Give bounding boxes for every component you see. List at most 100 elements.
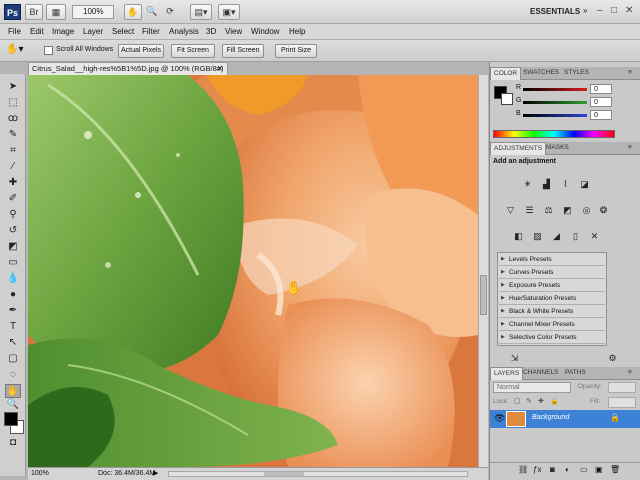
vertical-scrollbar[interactable] [478,75,488,467]
hue-saturation-icon[interactable]: ☰ [523,204,536,216]
quick-mask-icon[interactable]: ◘ [5,436,21,450]
tab-channels[interactable]: CHANNELS [523,369,558,376]
layer-style-icon[interactable]: ƒx [533,465,541,474]
pen-tool-icon[interactable]: ✒ [5,304,21,318]
channel-g-slider[interactable] [523,101,587,104]
panel-menu-icon[interactable]: ≡ [628,144,632,151]
link-layers-icon[interactable]: ⛓ [518,465,528,474]
levels-icon[interactable]: ▟ [540,178,553,190]
tab-masks[interactable]: MASKS [546,144,569,151]
menu-select[interactable]: Select [112,27,134,36]
workspace-switcher[interactable]: ESSENTIALS [530,7,580,16]
maximize-icon[interactable]: □ [611,5,617,16]
scroll-all-windows-checkbox[interactable] [44,46,53,55]
lock-transparency-icon[interactable]: ▢ [514,397,521,405]
photo-filter-icon[interactable]: ◎ [580,204,593,216]
lock-position-icon[interactable]: ✚ [538,397,544,405]
history-brush-tool-icon[interactable]: ↺ [5,224,21,238]
invert-icon[interactable]: ◧ [512,230,525,242]
delete-layer-icon[interactable]: 🗑 [610,465,620,474]
layer-name[interactable]: Background [532,414,569,421]
channel-g-value[interactable]: 0 [590,97,612,107]
lasso-tool-icon[interactable]: ꝏ [5,112,21,126]
marquee-tool-icon[interactable]: ⬚ [5,96,21,110]
close-document-icon[interactable]: ✕ [217,63,223,75]
tab-swatches[interactable]: SWATCHES [523,69,559,76]
menu-help[interactable]: Help [289,27,305,36]
menu-image[interactable]: Image [52,27,74,36]
curves-icon[interactable]: ⌇ [559,178,572,190]
document-canvas[interactable]: ✋ [28,75,478,467]
channel-r-slider[interactable] [523,88,587,91]
scroll-thumb[interactable] [480,275,487,315]
3d-rotate-tool-icon[interactable]: ◌ [5,368,21,382]
menu-3d[interactable]: 3D [206,27,216,36]
color-balance-icon[interactable]: ⚖ [542,204,555,216]
blur-tool-icon[interactable]: 💧 [5,272,21,286]
clone-stamp-tool-icon[interactable]: ⚲ [5,208,21,222]
move-tool-icon[interactable]: ➤ [5,80,21,94]
menu-file[interactable]: File [8,27,21,36]
black-white-icon[interactable]: ◩ [561,204,574,216]
rotate-view-icon[interactable]: ⟳ [162,4,178,20]
document-tab[interactable]: Citrus_Salad__high-res%5B1%5D.jpg @ 100%… [28,62,228,75]
gradient-tool-icon[interactable]: ▭ [5,256,21,270]
fill-screen-button[interactable]: Fill Screen [222,44,264,58]
hand-tool-icon[interactable]: ✋ [124,4,142,20]
h-scroll-thumb[interactable] [264,472,304,476]
tab-paths[interactable]: PATHS [565,369,586,376]
quick-selection-tool-icon[interactable]: ✎ [5,128,21,142]
status-menu-arrow-icon[interactable]: ▶ [153,468,158,480]
preset-hue-saturation[interactable]: Hue/Saturation Presets [499,292,605,305]
threshold-icon[interactable]: ◢ [550,230,563,242]
tab-adjustments[interactable]: ADJUSTMENTS [490,142,547,155]
tab-color[interactable]: COLOR [490,67,522,80]
panel-menu-icon[interactable]: ≡ [628,69,632,76]
menu-edit[interactable]: Edit [30,27,44,36]
exposure-icon[interactable]: ◪ [578,178,591,190]
crop-tool-icon[interactable]: ⌗ [5,144,21,158]
foreground-color-swatch[interactable] [4,412,18,426]
zoom-tool-icon[interactable]: 🔍 [5,398,21,412]
new-layer-icon[interactable]: ▣ [595,465,603,474]
add-mask-icon[interactable]: ◙ [550,465,555,474]
actual-pixels-button[interactable]: Actual Pixels [118,44,164,58]
dodge-tool-icon[interactable]: ● [5,288,21,302]
brightness-contrast-icon[interactable]: ☀ [521,178,534,190]
color-spectrum-ramp[interactable] [493,130,615,138]
horizontal-scrollbar[interactable] [168,471,468,477]
return-to-list-icon[interactable]: ⇲ [508,352,521,364]
new-adjustment-layer-icon[interactable]: ◐ [565,465,570,474]
eraser-tool-icon[interactable]: ◩ [5,240,21,254]
channel-r-value[interactable]: 0 [590,84,612,94]
eyedropper-tool-icon[interactable]: ⁄ [5,160,21,174]
visibility-eye-icon[interactable]: 👁 [494,413,505,424]
view-extras-icon[interactable]: ▦ [46,4,66,20]
menu-layer[interactable]: Layer [83,27,103,36]
bridge-icon[interactable]: Br [25,4,43,20]
zoom-level-select[interactable]: 100% [72,5,114,19]
brush-tool-icon[interactable]: ✐ [5,192,21,206]
blend-mode-select[interactable]: Normal [493,382,571,393]
gradient-map-icon[interactable]: ▯ [569,230,582,242]
fill-field[interactable] [608,397,636,408]
channel-b-value[interactable]: 0 [590,110,612,120]
panel-menu-icon[interactable]: ≡ [628,369,632,376]
hand-tool-icon[interactable]: ✋ [5,384,21,398]
selective-color-icon[interactable]: ✕ [588,230,601,242]
tab-layers[interactable]: LAYERS [490,367,524,380]
new-group-icon[interactable]: ▭ [580,465,588,474]
preset-channel-mixer[interactable]: Channel Mixer Presets [499,318,605,331]
minimize-icon[interactable]: – [597,5,603,16]
posterize-icon[interactable]: ▨ [531,230,544,242]
menu-window[interactable]: Window [251,27,279,36]
chevron-right-icon[interactable]: » [583,6,587,15]
print-size-button[interactable]: Print Size [275,44,317,58]
close-icon[interactable]: ✕ [625,5,633,16]
lock-pixels-icon[interactable]: ✎ [526,397,532,405]
fit-screen-button[interactable]: Fit Screen [171,44,215,58]
shape-tool-icon[interactable]: ▢ [5,352,21,366]
menu-view[interactable]: View [225,27,242,36]
background-color-chip[interactable] [501,93,513,105]
screen-mode-icon[interactable]: ▣▾ [218,4,240,20]
